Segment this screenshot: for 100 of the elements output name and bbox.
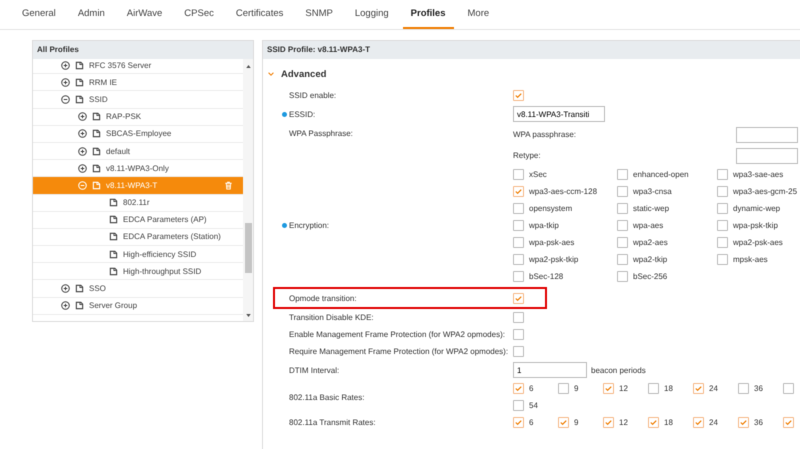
option-label: 9 xyxy=(574,418,578,427)
nav-tab[interactable]: Certificates xyxy=(228,0,292,29)
expand-icon[interactable] xyxy=(61,301,70,310)
checkbox[interactable] xyxy=(513,271,524,282)
expand-icon[interactable] xyxy=(78,112,87,122)
checkbox[interactable] xyxy=(513,237,524,248)
checkbox[interactable] xyxy=(717,203,728,214)
checkbox[interactable] xyxy=(513,346,524,357)
checkbox[interactable] xyxy=(617,271,628,282)
checkbox[interactable] xyxy=(783,417,794,428)
nav-tab[interactable]: Admin xyxy=(70,0,113,29)
nav-tab[interactable]: Profiles xyxy=(402,0,454,29)
checkbox[interactable] xyxy=(513,90,524,101)
option-label: xSec xyxy=(529,170,547,179)
checkbox[interactable] xyxy=(513,329,524,340)
checkbox[interactable] xyxy=(738,383,749,394)
expand-icon[interactable] xyxy=(78,129,87,138)
scrollbar[interactable] xyxy=(243,59,253,321)
checkbox[interactable] xyxy=(513,292,524,304)
option-label: 12 xyxy=(619,418,628,427)
checkbox[interactable] xyxy=(648,417,659,428)
document-icon xyxy=(92,129,101,138)
scroll-down-icon[interactable] xyxy=(246,314,250,317)
tree-item[interactable]: SBCAS-Employee xyxy=(33,126,243,143)
expand-icon[interactable] xyxy=(61,78,70,87)
tree-item[interactable]: 802.11r xyxy=(33,194,243,212)
nav-tab[interactable]: Logging xyxy=(346,0,397,29)
expand-icon[interactable] xyxy=(78,146,87,156)
checkbox[interactable] xyxy=(513,417,524,428)
collapse-icon[interactable] xyxy=(61,94,70,104)
checkbox[interactable] xyxy=(738,417,749,428)
checkbox[interactable] xyxy=(513,254,524,265)
checkbox[interactable] xyxy=(558,417,569,428)
tree-item[interactable]: EDCA Parameters (Station) xyxy=(33,228,243,246)
document-icon xyxy=(109,266,118,276)
password-field[interactable] xyxy=(736,148,798,164)
checkbox[interactable] xyxy=(617,169,628,180)
checkbox[interactable] xyxy=(603,417,614,428)
field-label: Opmode transition: xyxy=(289,294,357,302)
nav-tab[interactable]: AirWave xyxy=(118,0,170,29)
option-label: 24 xyxy=(709,384,718,393)
option-label: wpa3-aes-ccm-128 xyxy=(529,187,598,196)
checkbox[interactable] xyxy=(717,237,728,248)
text-field[interactable]: v8.11-WPA3-Transiti xyxy=(513,106,605,122)
option-label: wpa2-psk-aes xyxy=(733,238,783,247)
password-field[interactable] xyxy=(736,126,798,142)
document-icon xyxy=(75,94,84,104)
checkbox[interactable] xyxy=(648,383,659,394)
checkbox[interactable] xyxy=(513,186,524,197)
option-label: bSec-128 xyxy=(529,272,564,281)
checkbox[interactable] xyxy=(617,254,628,265)
checkbox[interactable] xyxy=(693,417,704,428)
checkbox[interactable] xyxy=(558,383,569,394)
checkbox[interactable] xyxy=(783,383,794,394)
tree-item[interactable]: SSO xyxy=(33,280,243,298)
option-label: wpa-psk-aes xyxy=(529,238,574,247)
option-label: static-wep xyxy=(633,204,670,213)
nav-tab[interactable]: More xyxy=(460,0,498,29)
panel-title: SSID Profile: v8.11-WPA3-T xyxy=(263,41,800,59)
checkbox[interactable] xyxy=(603,383,614,394)
option-label: opensystem xyxy=(529,204,572,213)
tree-item[interactable]: High-efficiency SSID xyxy=(33,246,243,264)
checkbox[interactable] xyxy=(513,203,524,214)
checkbox[interactable] xyxy=(717,220,728,231)
option-label: dynamic-wep xyxy=(733,204,780,213)
document-icon xyxy=(92,146,101,156)
nav-tab[interactable]: General xyxy=(14,0,64,29)
checkbox[interactable] xyxy=(513,383,524,394)
tree-item[interactable]: SSID xyxy=(33,91,243,109)
checkbox[interactable] xyxy=(513,220,524,231)
checkbox[interactable] xyxy=(717,169,728,180)
tree-item[interactable]: EDCA Parameters (AP) xyxy=(33,212,243,229)
checkbox[interactable] xyxy=(513,400,524,411)
text-field[interactable]: 1 xyxy=(513,362,587,378)
tree-item[interactable]: RAP-PSK xyxy=(33,108,243,126)
tree-item[interactable]: RRM IE xyxy=(33,74,243,92)
checkbox[interactable] xyxy=(513,169,524,180)
option-label: wpa-tkip xyxy=(529,221,559,230)
tree-item[interactable]: Server Group xyxy=(33,298,243,315)
checkbox[interactable] xyxy=(617,220,628,231)
checkbox[interactable] xyxy=(717,254,728,265)
document-icon xyxy=(109,215,118,224)
scroll-up-icon[interactable] xyxy=(246,65,250,68)
option-label: wpa3-cnsa xyxy=(633,187,672,196)
tree-item[interactable]: default xyxy=(33,142,243,160)
expand-icon[interactable] xyxy=(61,284,70,294)
checkbox[interactable] xyxy=(617,186,628,197)
checkbox[interactable] xyxy=(617,203,628,214)
tree-item[interactable]: RFC 3576 Server xyxy=(33,59,243,74)
chevron-down-icon[interactable] xyxy=(267,70,275,78)
tree-item[interactable]: High-throughput SSID xyxy=(33,263,243,280)
trash-icon[interactable] xyxy=(224,180,233,190)
nav-tab[interactable]: SNMP xyxy=(297,0,341,29)
checkbox[interactable] xyxy=(513,312,524,323)
checkbox[interactable] xyxy=(693,383,704,394)
expand-icon[interactable] xyxy=(78,164,87,173)
nav-tab[interactable]: CPSec xyxy=(176,0,222,29)
checkbox[interactable] xyxy=(717,186,728,197)
expand-icon[interactable] xyxy=(61,60,70,70)
checkbox[interactable] xyxy=(617,237,628,248)
